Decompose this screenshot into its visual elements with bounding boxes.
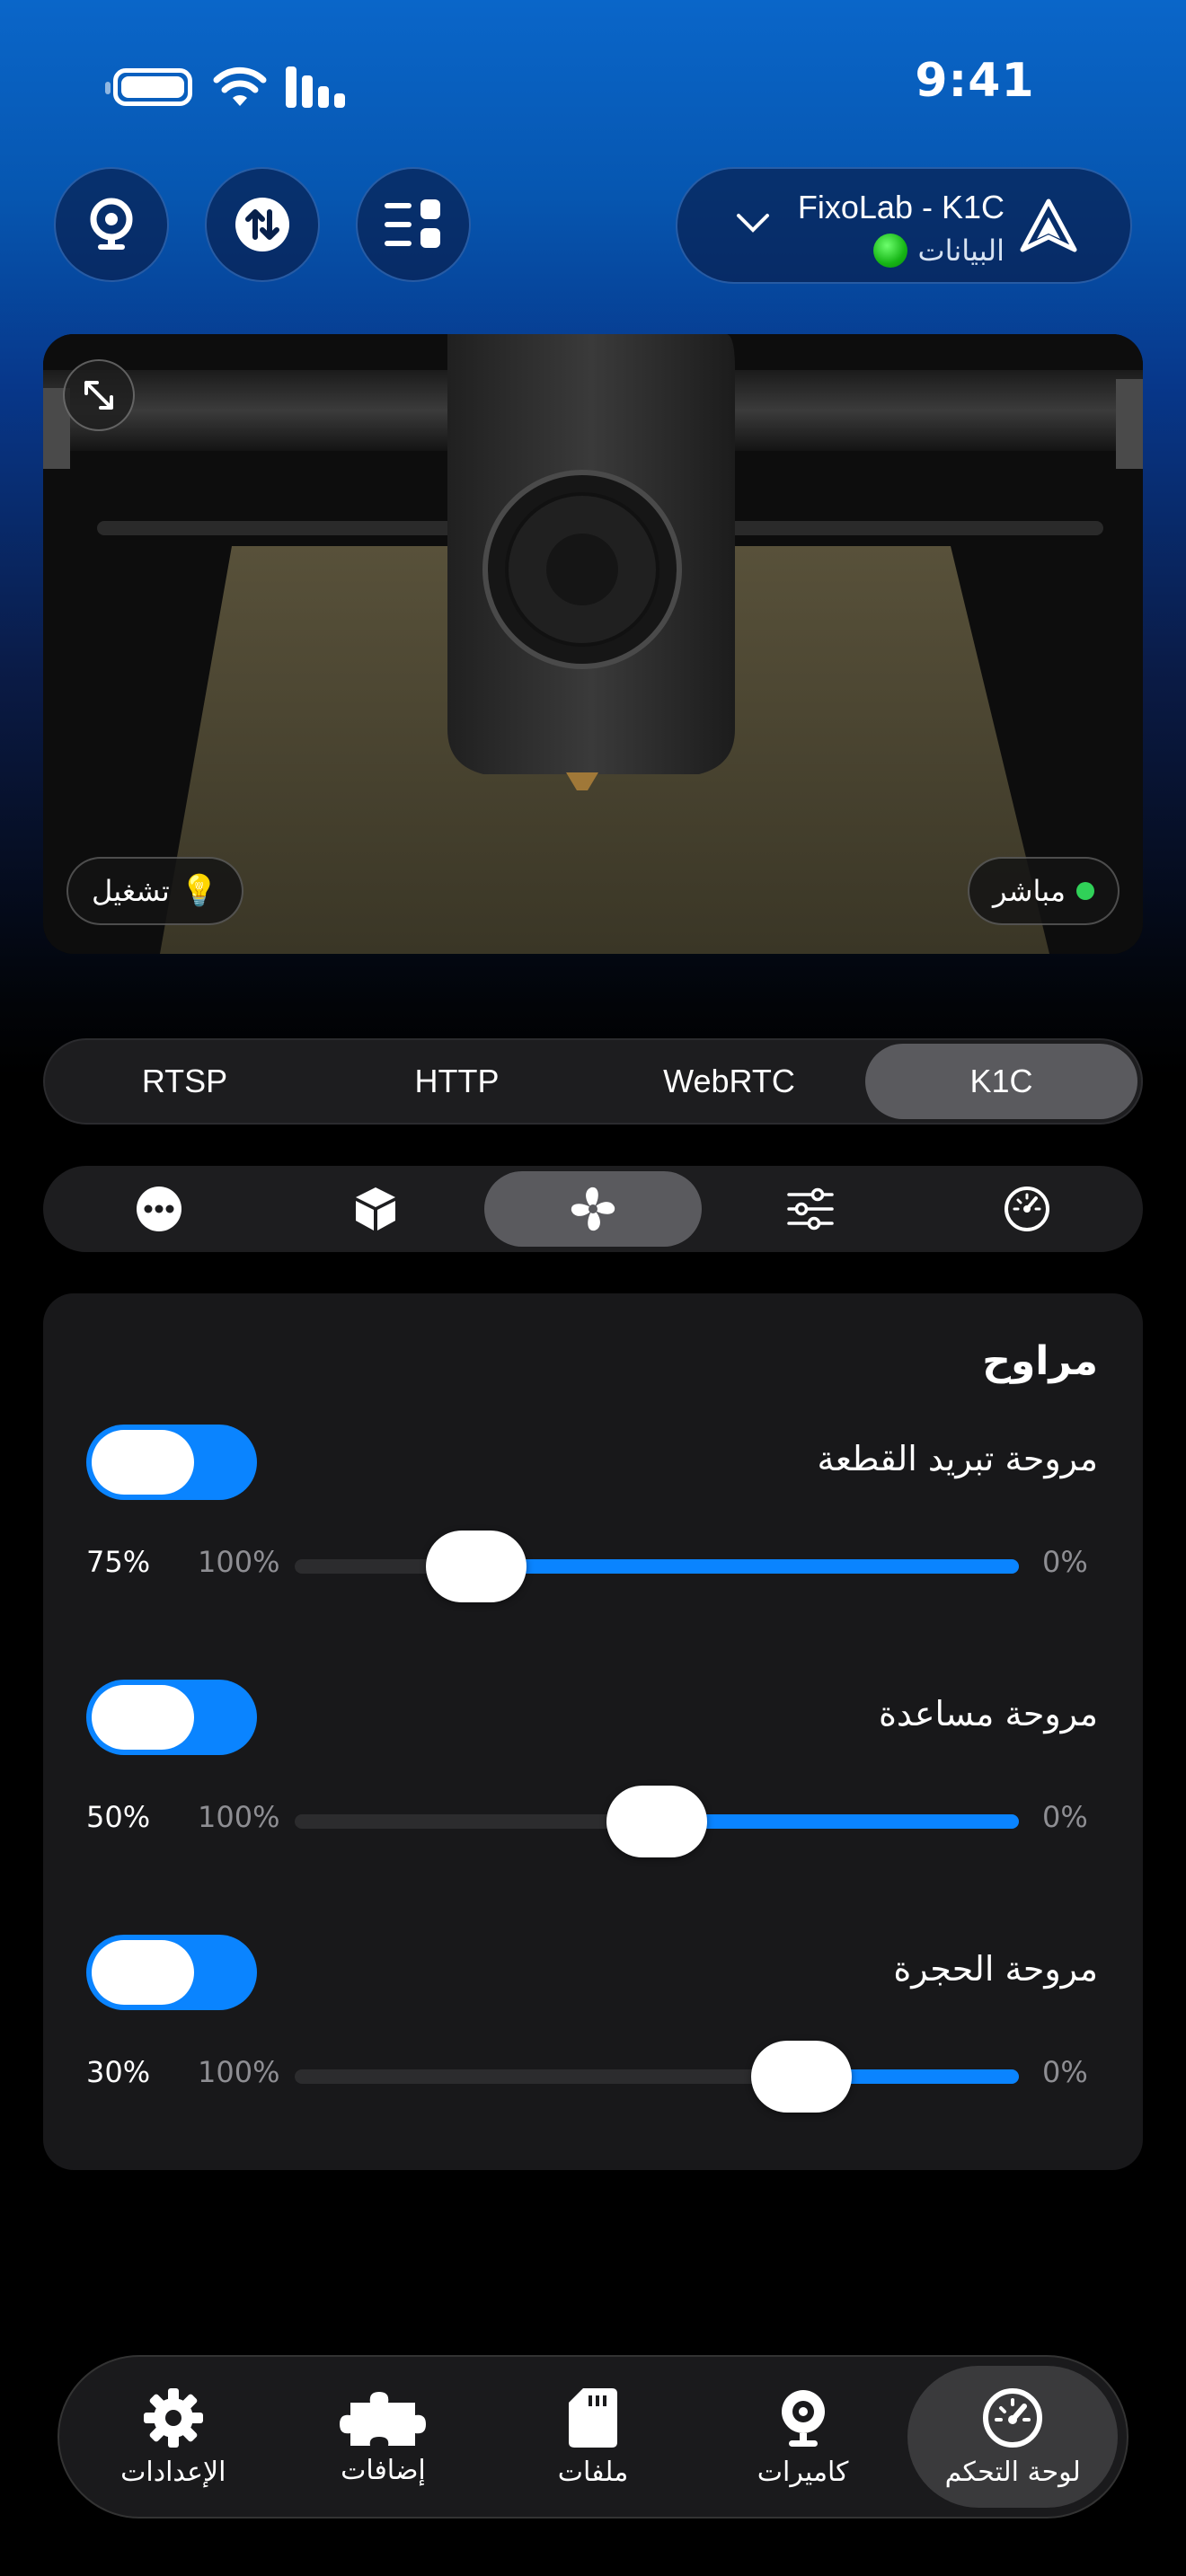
tab-bar-label: لوحة التحكم: [944, 2456, 1081, 2488]
dashboard-icon: [983, 2387, 1043, 2448]
tab-bar-label: إضافات: [341, 2454, 426, 2486]
printer-selector[interactable]: FixoLab - K1C البيانات: [676, 167, 1132, 284]
tab-rtsp[interactable]: RTSP: [49, 1044, 321, 1119]
live-badge: مباشر: [967, 857, 1120, 925]
tab-k1c[interactable]: K1C: [865, 1044, 1137, 1119]
sd-card-icon: [569, 2387, 618, 2448]
slider-max-label: 100%: [198, 2055, 280, 2089]
fan-slider-auxiliary[interactable]: [295, 1786, 1019, 1857]
live-label: مباشر: [992, 874, 1066, 908]
slider-thumb[interactable]: [751, 2041, 853, 2113]
printer-name: FixoLab - K1C: [797, 189, 1005, 225]
webcam-button[interactable]: [54, 167, 169, 282]
control-category-segmented: [43, 1166, 1143, 1252]
slider-min-label: 0%: [1042, 1800, 1088, 1834]
more-icon: [136, 1187, 181, 1231]
stream-type-segmented: K1C WebRTC HTTP RTSP: [43, 1038, 1143, 1125]
gear-icon: [143, 2387, 203, 2448]
tab-bar-label: كاميرات: [757, 2456, 849, 2488]
fan-value-auxiliary: 50%: [86, 1800, 151, 1834]
fan-toggle-part-cooling[interactable]: [86, 1425, 257, 1500]
fans-card-title: مراوح: [982, 1338, 1098, 1384]
battery-icon: [105, 68, 192, 106]
tab-bar-cameras[interactable]: كاميرات: [698, 2366, 908, 2508]
fan-label-chamber: مروحة الحجرة: [893, 1949, 1098, 1989]
slider-fill: [475, 1559, 1019, 1574]
layout-menu-button[interactable]: [356, 167, 471, 282]
box-icon: [356, 1187, 396, 1231]
printer-status: البيانات: [872, 234, 1005, 268]
camera-icon: [781, 2389, 825, 2447]
lightbulb-icon: 💡: [180, 873, 219, 909]
fullscreen-button[interactable]: [63, 359, 135, 431]
printer-logo-icon: [1020, 198, 1077, 252]
slider-max-label: 100%: [198, 1545, 280, 1579]
tab-bar-settings[interactable]: الإعدادات: [68, 2366, 279, 2508]
tab-more[interactable]: [50, 1171, 268, 1247]
fan-value-chamber: 30%: [86, 2055, 151, 2089]
slider-fill: [657, 1814, 1019, 1829]
speedometer-icon: [1005, 1187, 1050, 1231]
fan-toggle-chamber[interactable]: [86, 1935, 257, 2010]
tab-bar-files[interactable]: ملفات: [488, 2366, 698, 2508]
fan-label-part-cooling: مروحة تبريد القطعة: [817, 1439, 1098, 1478]
chevron-down-icon: [737, 214, 769, 233]
tab-filament[interactable]: [268, 1171, 485, 1247]
slider-min-label: 0%: [1042, 1545, 1088, 1579]
list-layout-icon: [385, 199, 440, 248]
expand-icon: [84, 381, 113, 410]
fan-value-part-cooling: 75%: [86, 1545, 151, 1579]
cellular-icon: [286, 66, 345, 108]
tab-fans[interactable]: [484, 1171, 702, 1247]
tab-bar-plugins[interactable]: إضافات: [279, 2366, 489, 2508]
puzzle-icon: [340, 2391, 427, 2446]
webcam-icon: [90, 198, 133, 250]
slider-thumb[interactable]: [606, 1786, 707, 1857]
tab-bar-label: ملفات: [557, 2456, 629, 2488]
status-time: 9:41: [915, 54, 1035, 108]
fan-slider-chamber[interactable]: [295, 2041, 1019, 2113]
fan-icon: [571, 1187, 615, 1231]
fans-card: مراوح مروحة تبريد القطعة 75% 100% 0% مرو…: [43, 1293, 1143, 2170]
tab-dashboard-gauge[interactable]: [918, 1171, 1136, 1247]
slider-max-label: 100%: [198, 1800, 280, 1834]
sliders-icon: [786, 1187, 834, 1231]
live-dot-icon: [1076, 882, 1094, 900]
tab-http[interactable]: HTTP: [321, 1044, 593, 1119]
fan-label-auxiliary: مروحة مساعدة: [879, 1694, 1098, 1734]
tab-bar-dashboard[interactable]: لوحة التحكم: [907, 2366, 1118, 2508]
tab-adjustments[interactable]: [702, 1171, 919, 1247]
online-indicator-icon: [872, 234, 907, 268]
fan-slider-part-cooling[interactable]: [295, 1531, 1019, 1602]
light-label: تشغيل: [92, 874, 170, 908]
printer-status-label: البيانات: [917, 234, 1005, 268]
bottom-tab-bar: لوحة التحكم كاميرات ملفات إضافات الإعداد…: [58, 2355, 1128, 2519]
swap-arrows-icon: [235, 198, 289, 251]
fan-toggle-auxiliary[interactable]: [86, 1680, 257, 1755]
camera-feed[interactable]: 💡 تشغيل مباشر: [43, 334, 1143, 954]
wifi-icon: [213, 66, 267, 106]
tab-webrtc[interactable]: WebRTC: [593, 1044, 865, 1119]
light-toggle-button[interactable]: 💡 تشغيل: [66, 857, 244, 925]
tab-bar-label: الإعدادات: [120, 2456, 226, 2488]
transfer-button[interactable]: [205, 167, 320, 282]
slider-thumb[interactable]: [425, 1531, 527, 1602]
slider-min-label: 0%: [1042, 2055, 1088, 2089]
